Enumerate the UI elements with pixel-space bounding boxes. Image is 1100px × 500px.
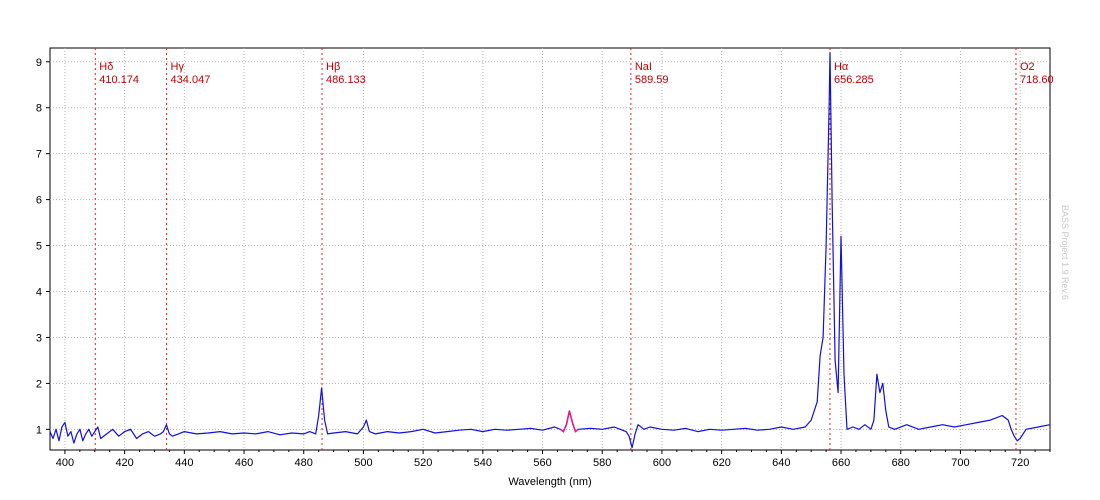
reference-line-name: Hβ — [326, 61, 340, 73]
y-tick-label: 9 — [36, 57, 42, 69]
y-tick-label: 8 — [36, 103, 42, 115]
x-tick-label: 500 — [354, 457, 372, 469]
x-tick-label: 700 — [951, 457, 969, 469]
spectrum-chart: Hδ410.174Hγ434.047Hβ486.133NaI589.59Hα65… — [36, 47, 1070, 488]
y-tick-label: 7 — [36, 149, 42, 161]
y-ticks: 1 2 3 4 5 6 7 8 9 — [36, 57, 50, 436]
x-axis-label: Wavelength (nm) — [508, 476, 591, 488]
reference-line-wavelength: 589.59 — [635, 74, 669, 86]
y-tick-label: 3 — [36, 332, 42, 344]
x-tick-label: 720 — [1011, 457, 1029, 469]
reference-line-name: Hα — [834, 61, 849, 73]
reference-line-wavelength: 718.60 — [1020, 74, 1054, 86]
x-tick-label: 560 — [533, 457, 551, 469]
y-tick-label: 1 — [36, 424, 42, 436]
reference-line-name: Hδ — [99, 61, 113, 73]
reference-line-wavelength: 486.133 — [326, 74, 366, 86]
plot-area — [49, 47, 1051, 451]
x-tick-label: 580 — [593, 457, 611, 469]
reference-line-wavelength: 434.047 — [171, 74, 211, 86]
reference-line-wavelength: 656.285 — [834, 74, 874, 86]
x-tick-label: 480 — [295, 457, 313, 469]
reference-line-name: Hγ — [171, 61, 185, 73]
reference-line-name: O2 — [1020, 61, 1035, 73]
x-tick-label: 540 — [474, 457, 492, 469]
x-tick-label: 420 — [115, 457, 133, 469]
reference-line-wavelength: 410.174 — [99, 74, 139, 86]
watermark-text: BASS Project 1.9 Rev.6 — [1060, 205, 1070, 300]
x-ticks: 400 420 440 460 480 500 520 540 560 580 600 620 640 6… — [56, 450, 1051, 469]
y-tick-label: 5 — [36, 241, 42, 253]
x-tick-label: 680 — [892, 457, 910, 469]
y-tick-label: 6 — [36, 195, 42, 207]
x-tick-label: 640 — [772, 457, 790, 469]
x-tick-label: 400 — [56, 457, 74, 469]
x-tick-label: 520 — [414, 457, 432, 469]
x-tick-label: 460 — [235, 457, 253, 469]
x-tick-label: 600 — [653, 457, 671, 469]
reference-line-name: NaI — [635, 61, 652, 73]
y-tick-label: 4 — [36, 286, 42, 298]
x-tick-label: 660 — [832, 457, 850, 469]
y-tick-label: 2 — [36, 378, 42, 390]
x-tick-label: 440 — [175, 457, 193, 469]
x-tick-label: 620 — [712, 457, 730, 469]
